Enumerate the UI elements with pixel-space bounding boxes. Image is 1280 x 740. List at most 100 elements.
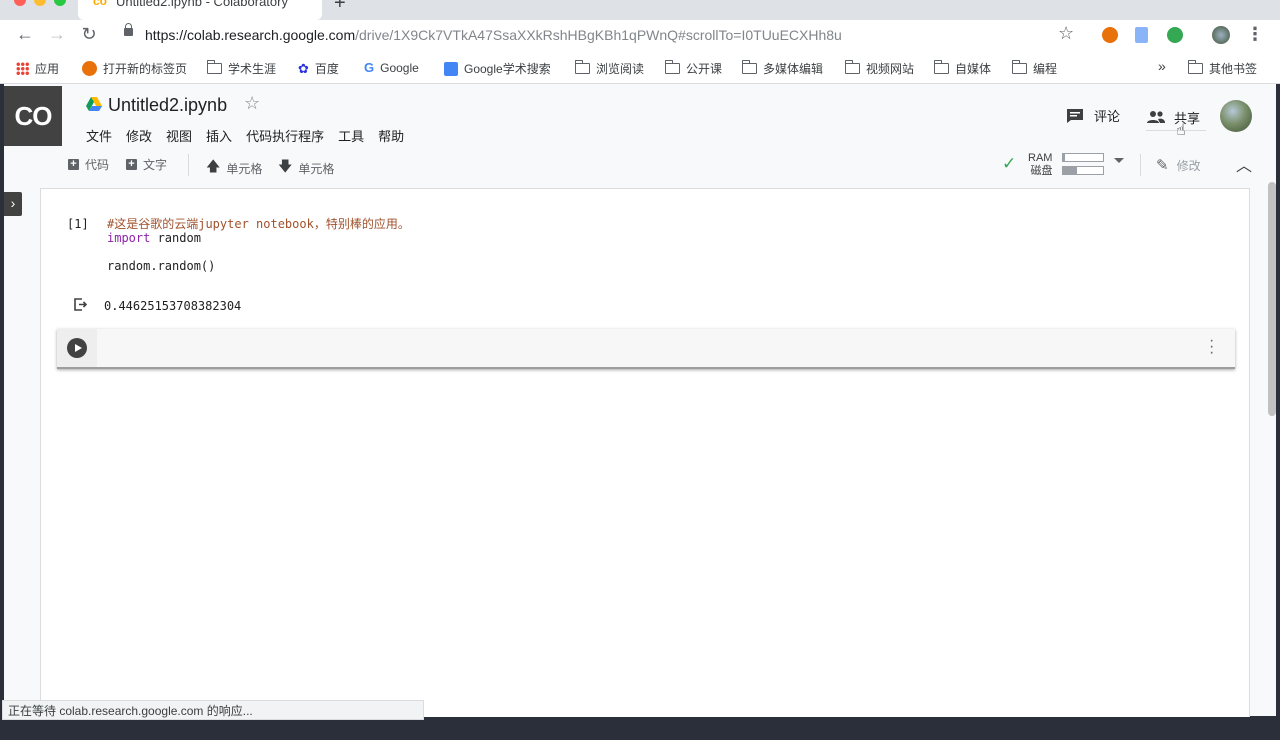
code-comment-line: #这是谷歌的云端jupyter notebook，特别棒的应用。 — [107, 217, 410, 231]
bookmark-google[interactable]: G Google — [364, 60, 419, 75]
bookmark-academic[interactable]: 学术生涯 — [206, 60, 276, 77]
comment-icon — [1067, 108, 1083, 123]
scholar-icon — [444, 61, 458, 76]
forward-arrow-icon[interactable]: → — [45, 24, 69, 45]
people-icon — [1147, 111, 1165, 123]
profile-avatar-icon[interactable] — [1212, 26, 1230, 44]
url-text: https://colab.research.google.com/drive/… — [145, 27, 842, 43]
arrow-up-icon: 🡅 — [206, 158, 221, 174]
tab-title: Untitled2.ipynb - Colaboratory — [116, 0, 288, 9]
lock-icon — [124, 23, 133, 36]
bookmark-other[interactable]: 其他书签 — [1187, 60, 1257, 77]
pencil-icon: ✎ — [1156, 157, 1169, 174]
folder-icon — [1187, 60, 1203, 74]
code-import-line: import random — [107, 231, 201, 245]
add-code-button[interactable]: + 代码 — [68, 156, 109, 173]
star-icon[interactable]: ☆ — [244, 93, 260, 114]
disk-usage-fill — [1063, 167, 1077, 174]
menu-edit[interactable]: 修改 — [126, 126, 152, 145]
apps-grid-icon — [16, 62, 29, 75]
move-cell-up-button[interactable]: 🡅 单元格 — [206, 156, 262, 180]
menu-file[interactable]: 文件 — [86, 126, 112, 145]
colab-logo[interactable]: CO — [4, 86, 62, 146]
bookmark-apps[interactable]: 应用 — [16, 60, 59, 77]
folder-icon — [574, 60, 590, 74]
new-tab-button[interactable]: + — [334, 0, 346, 15]
more-options-icon[interactable]: · · · — [1209, 333, 1214, 361]
browser-tab-bar: co Untitled2.ipynb - Colaboratory + — [0, 0, 1280, 20]
menu-runtime[interactable]: 代码执行程序 — [246, 126, 324, 145]
bookmark-video[interactable]: 视频网站 — [844, 60, 914, 77]
bookmark-multimedia[interactable]: 多媒体编辑 — [741, 60, 823, 77]
ram-usage-fill — [1063, 154, 1065, 161]
ram-usage-bar — [1062, 153, 1104, 162]
comment-button[interactable]: 评论 — [1066, 106, 1120, 125]
colab-app: CO Untitled2.ipynb ☆ 文件 修改 视图 插入 代码执行程序 … — [4, 84, 1276, 717]
plus-icon: + — [126, 159, 137, 170]
ram-label: RAM — [1028, 152, 1053, 164]
menu-bar: 文件 修改 视图 插入 代码执行程序 工具 帮助 — [86, 126, 418, 145]
google-g-icon: G — [364, 60, 375, 75]
bookmark-new-tab[interactable]: 打开新的标签页 — [82, 60, 187, 77]
bookmark-baidu[interactable]: ✿ 百度 — [298, 60, 339, 77]
browser-tab-colab[interactable]: co Untitled2.ipynb - Colaboratory — [78, 0, 322, 20]
browser-menu-icon[interactable]: ⋮ — [1243, 24, 1267, 45]
bookmark-reading[interactable]: 浏览阅读 — [574, 60, 644, 77]
folder-icon — [741, 60, 757, 74]
empty-code-cell[interactable]: · · · — [57, 329, 1235, 369]
google-drive-icon[interactable] — [86, 97, 102, 111]
extension-infinity-icon[interactable] — [1102, 27, 1118, 43]
browser-status-bar: 正在等待 colab.research.google.com 的响应... — [2, 700, 424, 720]
colab-favicon-icon: co — [93, 0, 108, 8]
folder-icon — [664, 60, 680, 74]
notebook-title[interactable]: Untitled2.ipynb — [108, 95, 227, 116]
menu-help[interactable]: 帮助 — [378, 126, 404, 145]
close-window-button[interactable] — [14, 0, 26, 6]
execution-count: [1] — [67, 217, 89, 231]
back-arrow-icon[interactable]: ← — [13, 24, 37, 45]
code-call-line: random.random() — [107, 259, 216, 273]
folder-icon — [1011, 60, 1027, 74]
menu-insert[interactable]: 插入 — [206, 126, 232, 145]
bookmark-star-icon[interactable]: ☆ — [1058, 23, 1074, 44]
address-bar[interactable]: https://colab.research.google.com/drive/… — [118, 22, 1090, 50]
bookmarks-overflow-button[interactable]: » — [1158, 58, 1166, 74]
menu-view[interactable]: 视图 — [166, 126, 192, 145]
bookmark-courses[interactable]: 公开课 — [664, 60, 722, 77]
cell-output: 0.44625153708382304 — [104, 299, 242, 313]
collapse-header-icon[interactable]: ︿ — [1236, 152, 1252, 176]
notebook-area: [1] #这是谷歌的云端jupyter notebook，特别棒的应用。 imp… — [40, 188, 1250, 717]
menu-tools[interactable]: 工具 — [338, 126, 364, 145]
infinity-icon — [82, 61, 97, 76]
folder-icon — [206, 60, 222, 74]
user-avatar[interactable] — [1220, 100, 1252, 132]
edit-mode-button[interactable]: ✎ 修改 — [1156, 156, 1201, 174]
sidebar-toggle-icon[interactable]: › — [4, 192, 22, 216]
reload-icon[interactable]: ↻ — [77, 24, 101, 45]
disk-label: 磁盘 — [1030, 165, 1053, 177]
caret-down-icon[interactable] — [1114, 158, 1124, 163]
add-text-button[interactable]: + 文字 — [126, 156, 167, 173]
code-cell[interactable]: [1] #这是谷歌的云端jupyter notebook，特别棒的应用。 imp… — [61, 215, 1241, 275]
maximize-window-button[interactable] — [54, 0, 66, 6]
extension-doc-icon[interactable] — [1135, 27, 1148, 43]
baidu-paw-icon: ✿ — [298, 60, 309, 76]
disk-usage-bar — [1062, 166, 1104, 175]
evernote-icon[interactable] — [1167, 27, 1183, 43]
bookmark-self-media[interactable]: 自媒体 — [933, 60, 991, 77]
page-scrollbar[interactable] — [1268, 182, 1276, 416]
move-cell-down-button[interactable]: 🡇 单元格 — [278, 156, 334, 180]
run-cell-button[interactable] — [67, 338, 87, 358]
resource-labels[interactable]: RAM 磁盘 — [1028, 152, 1052, 178]
minimize-window-button[interactable] — [34, 0, 46, 6]
plus-icon: + — [68, 159, 79, 170]
bookmark-programming[interactable]: 编程 — [1011, 60, 1057, 77]
output-arrow-icon[interactable] — [73, 297, 87, 311]
bookmark-google-scholar[interactable]: Google学术搜索 — [444, 60, 551, 77]
folder-icon — [844, 60, 860, 74]
browser-toolbar: ← → ↻ https://colab.research.google.com/… — [0, 20, 1280, 52]
cell-toolbar: + 代码 + 文字 🡅 单元格 🡇 单元格 ✓ RAM 磁盘 ✎ 修改 ︿ — [64, 152, 1264, 178]
arrow-down-icon: 🡇 — [278, 158, 293, 174]
toolbar-divider — [1140, 154, 1141, 176]
folder-icon — [933, 60, 949, 74]
